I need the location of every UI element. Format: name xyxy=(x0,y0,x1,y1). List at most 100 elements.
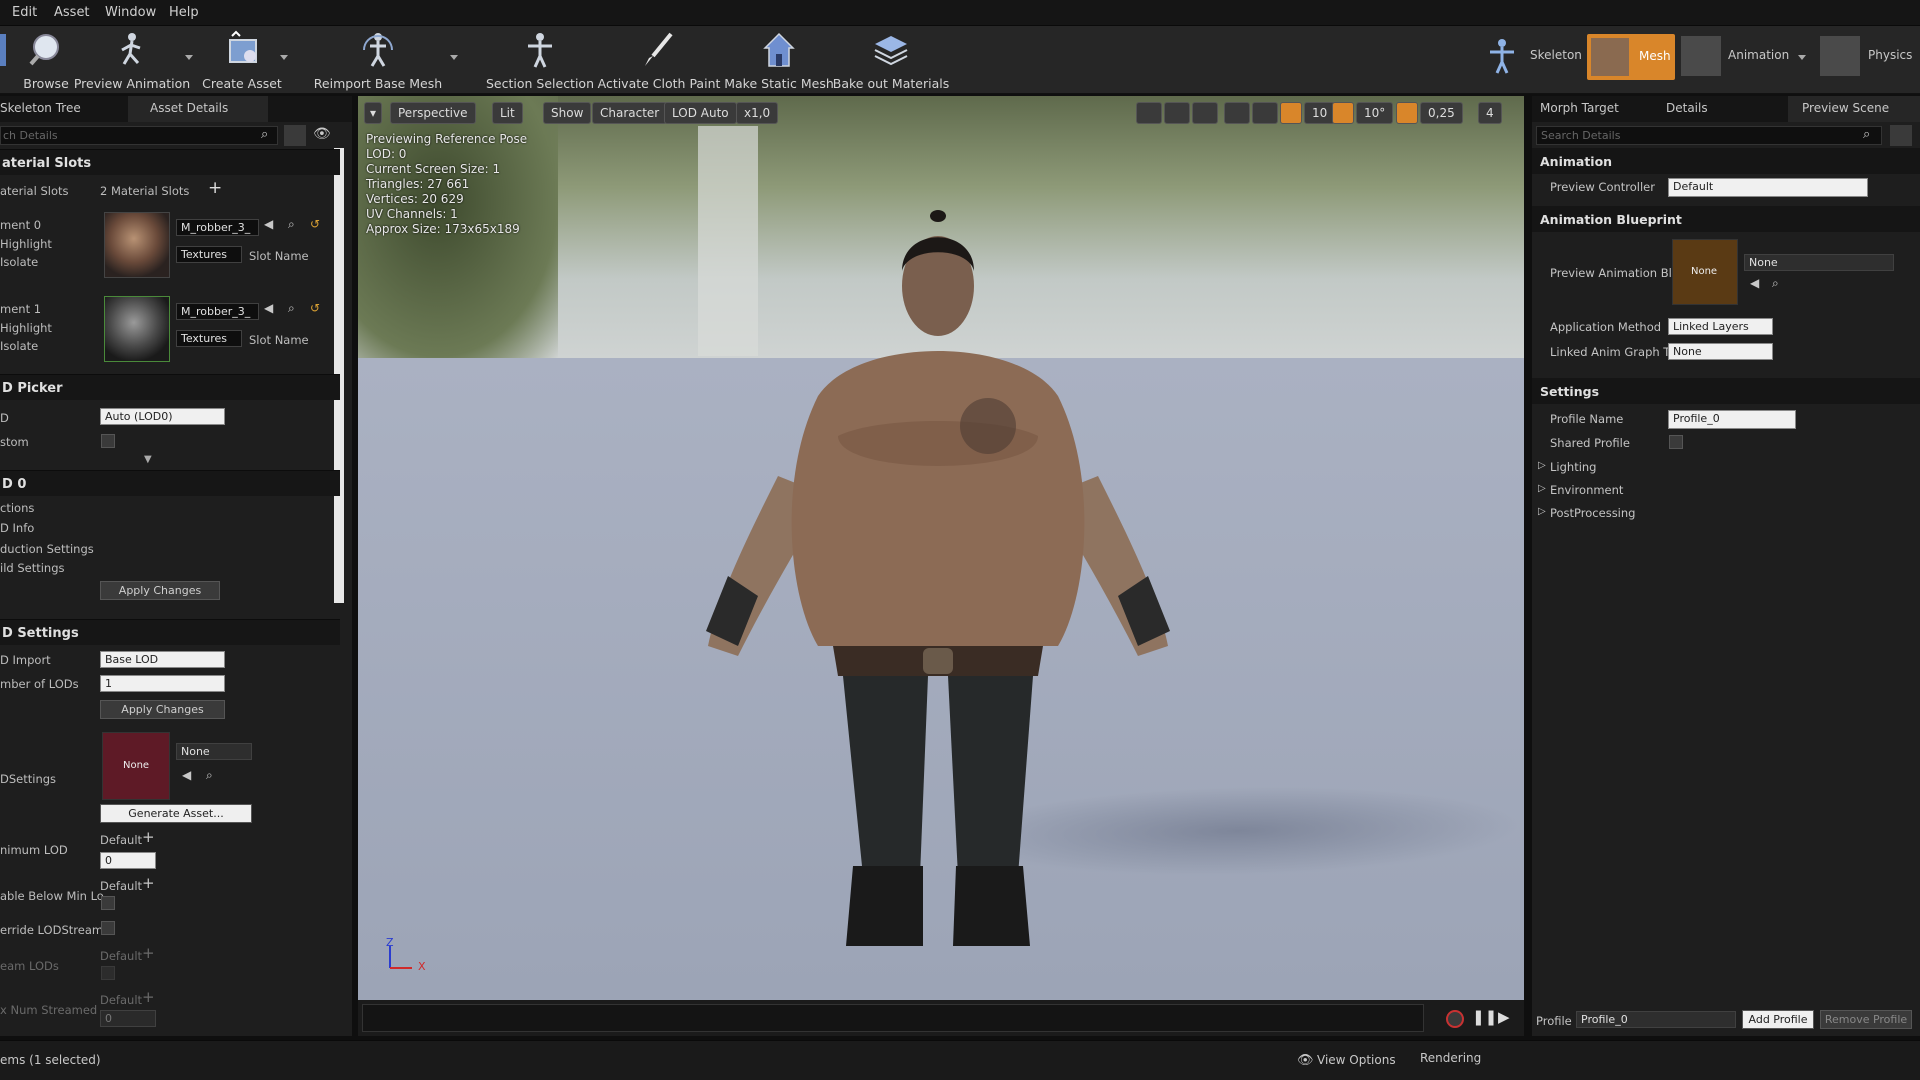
animation-section-header[interactable]: Animation xyxy=(1532,148,1920,174)
step-forward-icon[interactable]: ▶ xyxy=(1498,1008,1510,1026)
textures-combo[interactable]: Textures xyxy=(176,246,242,263)
override-stream-checkbox[interactable] xyxy=(101,921,115,935)
preview-controller-combo[interactable]: Default xyxy=(1668,178,1868,197)
disable-below-min-checkbox[interactable] xyxy=(101,896,115,910)
expand-arrow-icon[interactable]: ▼ xyxy=(144,454,152,465)
surface-snap-icon[interactable] xyxy=(1252,102,1278,124)
preview-animation-button[interactable]: Preview Animation xyxy=(74,26,190,94)
view-options-button[interactable]: View Options xyxy=(1317,1053,1396,1067)
lighting-label[interactable]: Lighting xyxy=(1550,460,1596,474)
record-icon[interactable] xyxy=(1446,1010,1464,1028)
material-combo[interactable]: M_robber_3_ xyxy=(176,219,259,236)
environment-label[interactable]: Environment xyxy=(1550,483,1623,497)
use-selected-icon[interactable]: ◀ xyxy=(264,217,273,231)
build-settings-label[interactable]: ild Settings xyxy=(0,561,65,575)
bake-materials-button[interactable]: Bake out Materials xyxy=(833,26,949,94)
browse-icon[interactable]: ⌕ xyxy=(288,301,295,316)
save-button[interactable] xyxy=(0,26,10,94)
menu-help[interactable]: Help xyxy=(169,5,199,20)
add-icon[interactable]: + xyxy=(142,828,155,846)
create-asset-button[interactable]: Create Asset xyxy=(202,26,282,94)
lod-info-label[interactable]: D Info xyxy=(0,521,34,535)
add-icon[interactable]: + xyxy=(142,874,155,892)
use-selected-icon[interactable]: ◀ xyxy=(264,301,273,315)
application-method-combo[interactable]: Linked Layers xyxy=(1668,318,1773,335)
pause-icon[interactable]: ❚❚ xyxy=(1472,1008,1497,1026)
material-thumbnail[interactable] xyxy=(104,296,170,362)
generate-asset-button[interactable]: Generate Asset... xyxy=(100,804,252,823)
anim-bp-thumbnail[interactable]: None xyxy=(1672,239,1738,305)
show-button[interactable]: Show xyxy=(543,102,592,124)
animation-mode-icon[interactable] xyxy=(1681,36,1721,76)
viewport[interactable]: ▾ Perspective Lit Show Character LOD Aut… xyxy=(358,96,1524,1000)
scale-icon[interactable] xyxy=(1192,102,1218,124)
cloth-paint-button[interactable]: Activate Cloth Paint xyxy=(598,26,720,94)
search-input[interactable]: Search Details ⌕ xyxy=(1536,126,1882,145)
shared-profile-checkbox[interactable] xyxy=(1669,435,1683,449)
browse-icon[interactable]: ⌕ xyxy=(206,768,213,783)
tab-details[interactable]: Details xyxy=(1666,101,1708,115)
sections-label[interactable]: ctions xyxy=(0,501,34,515)
physics-mode-label[interactable]: Physics xyxy=(1868,48,1912,62)
reimport-button[interactable]: Reimport Base Mesh xyxy=(314,26,442,94)
viewport-options-button[interactable]: ▾ xyxy=(364,102,383,124)
mesh-mode-button[interactable]: Mesh xyxy=(1587,34,1675,80)
grid-snap-icon[interactable] xyxy=(1280,102,1302,124)
use-selected-icon[interactable]: ◀ xyxy=(182,768,191,782)
coordinate-system-icon[interactable] xyxy=(1224,102,1250,124)
chevron-down-icon[interactable] xyxy=(1798,55,1806,60)
skeleton-mode-label[interactable]: Skeleton xyxy=(1530,48,1582,62)
translate-icon[interactable] xyxy=(1136,102,1162,124)
profile-name-input[interactable]: Profile_0 xyxy=(1668,410,1796,429)
expand-arrow-icon[interactable]: ▷ xyxy=(1538,483,1546,494)
profile-combo[interactable]: Profile_0 xyxy=(1576,1011,1736,1028)
menu-window[interactable]: Window xyxy=(105,5,156,20)
reset-icon[interactable]: ↺ xyxy=(310,217,320,231)
element0-highlight[interactable]: Highlight xyxy=(0,237,52,251)
menu-edit[interactable]: Edit xyxy=(12,5,37,20)
lod-picker-header[interactable]: D Picker xyxy=(0,374,340,400)
apply-changes-button[interactable]: Apply Changes xyxy=(100,581,220,600)
linked-anim-input[interactable]: None xyxy=(1668,343,1773,360)
eye-icon[interactable]: 👁 xyxy=(313,126,331,142)
chevron-down-icon[interactable] xyxy=(280,55,288,60)
material-combo[interactable]: M_robber_3_ xyxy=(176,303,259,320)
lod-combo[interactable]: Auto (LOD0) xyxy=(100,408,225,425)
postprocessing-label[interactable]: PostProcessing xyxy=(1550,506,1635,520)
timeline-scrubber[interactable] xyxy=(362,1004,1424,1032)
lod-import-combo[interactable]: Base LOD xyxy=(100,651,225,668)
camera-speed-value[interactable]: 4 xyxy=(1478,102,1502,124)
textures-combo[interactable]: Textures xyxy=(176,330,242,347)
material-thumbnail[interactable] xyxy=(104,212,170,278)
settings-section-header[interactable]: Settings xyxy=(1532,378,1920,404)
use-selected-icon[interactable]: ◀ xyxy=(1750,276,1759,290)
tab-morph-target[interactable]: Morph Target xyxy=(1540,101,1619,115)
character-button[interactable]: Character xyxy=(592,102,668,124)
perspective-button[interactable]: Perspective xyxy=(390,102,476,124)
grid-snap-value[interactable]: 10 xyxy=(1304,102,1336,124)
browse-icon[interactable]: ⌕ xyxy=(1772,276,1779,291)
anim-bp-combo[interactable]: None xyxy=(1744,254,1894,271)
add-profile-button[interactable]: Add Profile xyxy=(1742,1010,1814,1029)
reset-icon[interactable]: ↺ xyxy=(310,301,320,315)
reduction-settings-label[interactable]: duction Settings xyxy=(0,542,94,556)
tab-preview-scene[interactable]: Preview Scene xyxy=(1788,96,1920,122)
rendering-label[interactable]: Rendering xyxy=(1420,1051,1481,1065)
playback-speed-button[interactable]: x1,0 xyxy=(736,102,779,124)
number-of-lods-input[interactable]: 1 xyxy=(100,675,225,692)
rotation-snap-value[interactable]: 10° xyxy=(1356,102,1394,124)
list-view-icon[interactable] xyxy=(284,125,306,146)
element0-isolate[interactable]: Isolate xyxy=(0,255,38,269)
add-icon[interactable]: + xyxy=(208,178,222,198)
scale-snap-value[interactable]: 0,25 xyxy=(1420,102,1463,124)
lod-settings-header[interactable]: D Settings xyxy=(0,619,340,645)
scale-snap-icon[interactable] xyxy=(1396,102,1418,124)
lod-settings-thumbnail[interactable]: None xyxy=(102,732,170,800)
tab-skeleton-tree[interactable]: Skeleton Tree xyxy=(0,101,81,115)
search-input[interactable]: ch Details ⌕ xyxy=(0,126,278,145)
list-view-icon[interactable] xyxy=(1890,125,1912,146)
chevron-down-icon[interactable] xyxy=(185,55,193,60)
character-model[interactable] xyxy=(658,176,1218,956)
rotation-snap-icon[interactable] xyxy=(1332,102,1354,124)
material-slots-header[interactable]: aterial Slots xyxy=(0,149,340,175)
